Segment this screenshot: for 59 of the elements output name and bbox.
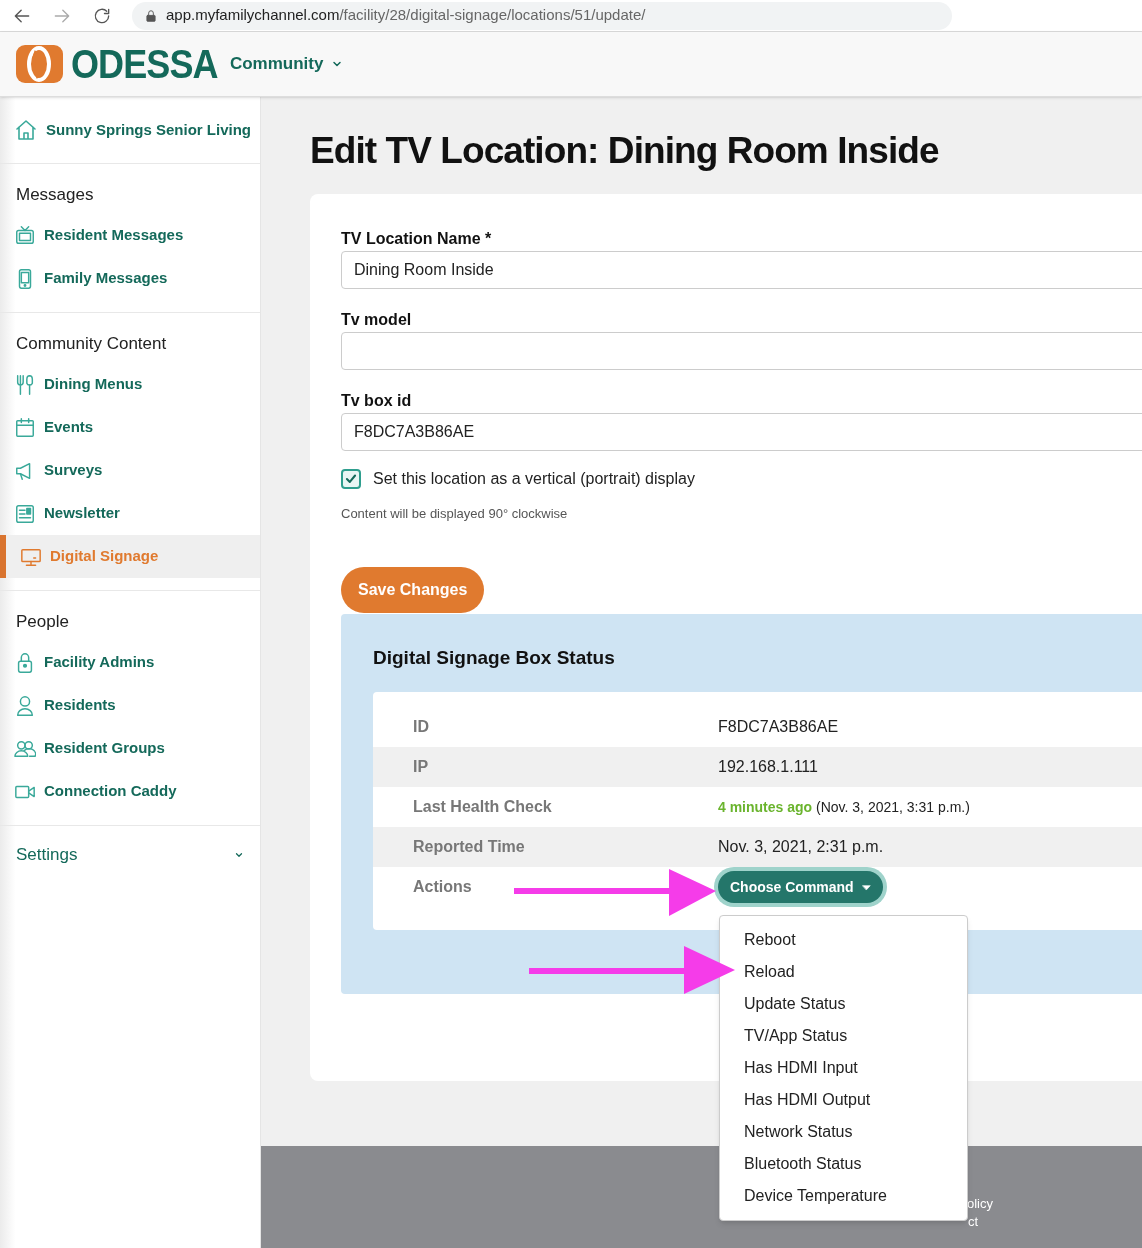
copyright-text: ct: [968, 1213, 979, 1231]
menu-item[interactable]: Reload: [720, 956, 967, 988]
text-field[interactable]: [341, 332, 1142, 370]
home-icon: [14, 118, 38, 142]
section-heading: Community Content: [15, 333, 168, 355]
row-value: 192.168.1.111: [718, 757, 818, 777]
checkbox[interactable]: [341, 469, 361, 489]
logo-icon: [16, 45, 63, 83]
settings-menu[interactable]: Settings: [0, 826, 260, 884]
row-value: 4 minutes ago (Nov. 3, 2021, 3:31 p.m.): [718, 797, 970, 817]
row-value: Nov. 3, 2021, 2:31 p.m.: [718, 837, 884, 857]
check-icon: [344, 472, 358, 486]
sidebar-item[interactable]: Connection Caddy: [0, 770, 260, 813]
menu-item[interactable]: Network Status: [720, 1116, 967, 1148]
community-dropdown[interactable]: Community: [229, 51, 344, 77]
menu-item[interactable]: Bluetooth Status: [720, 1148, 967, 1180]
menu-item[interactable]: Update Status: [720, 988, 967, 1020]
tv-icon: [14, 224, 36, 247]
logo-text: ODESSA: [71, 44, 218, 84]
lock-icon: [144, 8, 158, 23]
chevron-down-icon: [234, 850, 244, 860]
person-icon: [14, 694, 36, 717]
facility-link[interactable]: Sunny Springs Senior Living: [46, 118, 252, 142]
menu-item[interactable]: Has HDMI Output: [720, 1084, 967, 1116]
row-value: F8DC7A3B86AE: [718, 717, 839, 737]
row-label: ID: [413, 718, 429, 735]
page-title: Edit TV Location: Dining Room Inside: [310, 129, 940, 173]
sidebar-item[interactable]: Residents: [0, 684, 260, 727]
field-label: Tv box id: [341, 391, 413, 411]
field-label: TV Location Name *: [341, 229, 493, 249]
sidebar-item[interactable]: Family Messages: [0, 257, 260, 300]
panel-title: Digital Signage Box Status: [373, 646, 616, 670]
section-heading: Messages: [15, 184, 95, 206]
footer-link[interactable]: olicy: [967, 1194, 993, 1214]
menu-item[interactable]: Device Temperature: [720, 1180, 967, 1212]
menu-item[interactable]: TV/App Status: [720, 1020, 967, 1052]
utensils-icon: [14, 373, 36, 396]
sidebar-item[interactable]: Dining Menus: [0, 363, 260, 406]
hint-text: Content will be displayed 90° clockwise: [341, 505, 569, 523]
row-label: Actions: [413, 878, 472, 895]
sidebar-item[interactable]: Newsletter: [0, 492, 260, 535]
caret-icon: [861, 882, 871, 892]
text-field[interactable]: F8DC7A3B86AE: [341, 413, 1142, 451]
row-label: Reported Time: [413, 838, 525, 855]
sidebar-item[interactable]: Facility Admins: [0, 641, 260, 684]
menu-item[interactable]: Reboot: [720, 924, 967, 956]
field-label: Tv model: [341, 310, 413, 330]
section-heading: People: [15, 611, 70, 633]
newsletter-icon: [14, 502, 36, 525]
row-label: IP: [413, 758, 429, 775]
calendar-icon: [14, 416, 36, 439]
sidebar-item[interactable]: Surveys: [0, 449, 260, 492]
text-field[interactable]: Dining Room Inside: [341, 251, 1142, 289]
row-label: Last Health Check: [413, 798, 552, 815]
menu-item[interactable]: Has HDMI Input: [720, 1052, 967, 1084]
checkbox-row[interactable]: Set this location as a vertical (portrait) display: [341, 462, 1142, 496]
sidebar-item[interactable]: Resident Messages: [0, 214, 260, 257]
sidebar-item[interactable]: Resident Groups: [0, 727, 260, 770]
sidebar-item[interactable]: Events: [0, 406, 260, 449]
